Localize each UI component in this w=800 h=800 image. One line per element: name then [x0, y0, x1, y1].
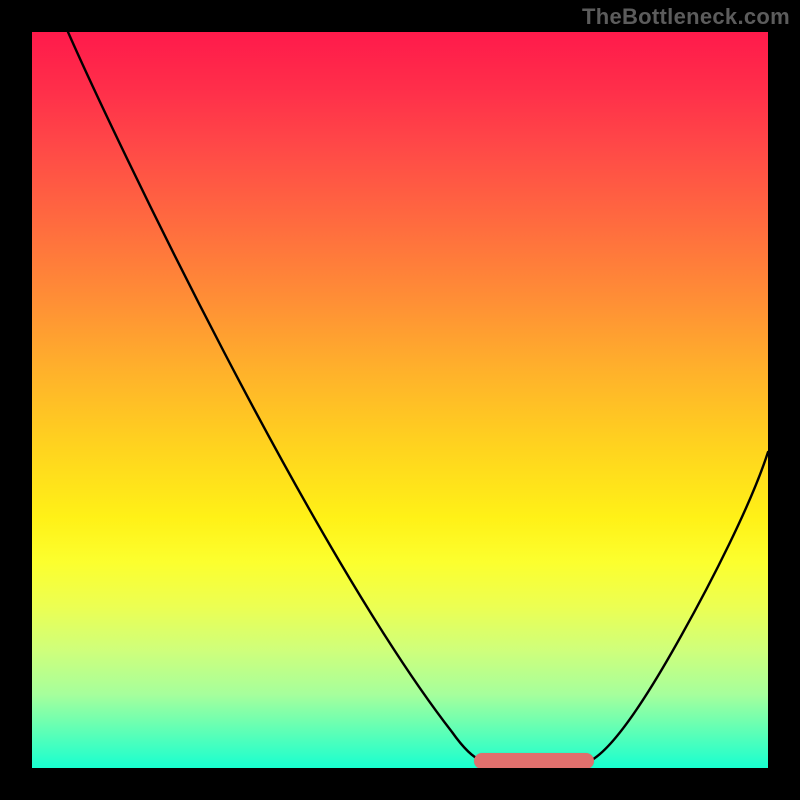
optimal-range-band — [474, 753, 594, 768]
bottleneck-curve-right — [590, 452, 768, 761]
curve-svg — [32, 32, 768, 768]
plot-area — [32, 32, 768, 768]
chart-frame: TheBottleneck.com — [0, 0, 800, 800]
bottleneck-curve-left — [68, 32, 482, 761]
watermark-text: TheBottleneck.com — [582, 4, 790, 30]
